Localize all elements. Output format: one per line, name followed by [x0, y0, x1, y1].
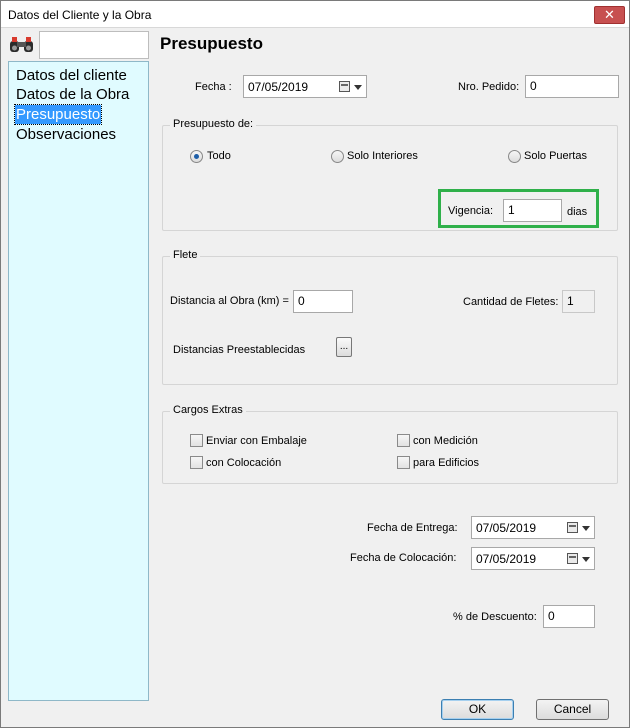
navigation-tree: Datos del cliente Datos de la Obra Presu… — [8, 61, 149, 701]
descuento-input[interactable]: 0 — [543, 605, 595, 628]
vigencia-input[interactable]: 1 — [503, 199, 562, 222]
window-title: Datos del Cliente y la Obra — [8, 8, 152, 22]
title-bar: Datos del Cliente y la Obra ✕ — [1, 1, 629, 28]
fecha-colocacion-label: Fecha de Colocación: — [350, 552, 457, 564]
distancias-preestablecidas-button[interactable]: ... — [336, 337, 352, 357]
search-input[interactable] — [39, 31, 149, 59]
cantidad-fletes-label: Cantidad de Fletes: — [463, 296, 559, 308]
fecha-value: 07/05/2019 — [248, 80, 309, 94]
fecha-colocacion-value: 07/05/2019 — [476, 552, 537, 566]
tree-item-datos-cliente[interactable]: Datos del cliente — [15, 66, 128, 85]
dropdown-arrow-icon[interactable] — [582, 557, 590, 562]
distancias-preestablecidas-label: Distancias Preestablecidas — [173, 344, 306, 356]
checkbox-embalaje[interactable] — [190, 434, 203, 447]
calendar-icon[interactable] — [567, 522, 578, 533]
checkbox-edificios-label[interactable]: para Edificios — [413, 457, 479, 469]
radio-solo-interiores-label[interactable]: Solo Interiores — [347, 150, 418, 162]
cargos-extras-legend: Cargos Extras — [170, 404, 246, 416]
checkbox-medicion-label[interactable]: con Medición — [413, 435, 478, 447]
cantidad-fletes-input: 1 — [562, 290, 595, 313]
cancel-button[interactable]: Cancel — [536, 699, 609, 720]
fecha-colocacion-date-picker[interactable]: 07/05/2019 — [471, 547, 595, 570]
checkbox-colocacion[interactable] — [190, 456, 203, 469]
vigencia-label: Vigencia: — [448, 205, 494, 217]
vigencia-unit: dias — [567, 206, 588, 218]
nro-pedido-label: Nro. Pedido: — [458, 81, 520, 93]
radio-todo-label[interactable]: Todo — [207, 150, 231, 162]
tree-item-datos-obra[interactable]: Datos de la Obra — [15, 85, 130, 104]
distancia-label: Distancia al Obra (km) = — [170, 295, 289, 307]
cargos-extras-group: Cargos Extras — [162, 404, 618, 484]
binoculars-icon — [10, 37, 33, 52]
fecha-date-picker[interactable]: 07/05/2019 — [243, 75, 367, 98]
flete-legend: Flete — [170, 249, 201, 261]
dropdown-arrow-icon[interactable] — [354, 85, 362, 90]
fecha-entrega-value: 07/05/2019 — [476, 521, 537, 535]
checkbox-medicion[interactable] — [397, 434, 410, 447]
radio-todo[interactable] — [190, 150, 203, 163]
checkbox-colocacion-label[interactable]: con Colocación — [206, 457, 281, 469]
page-title: Presupuesto — [160, 34, 263, 53]
radio-solo-puertas-label[interactable]: Solo Puertas — [524, 150, 587, 162]
close-button[interactable]: ✕ — [594, 6, 625, 24]
presupuesto-de-legend: Presupuesto de: — [170, 118, 257, 130]
ok-button[interactable]: OK — [441, 699, 514, 720]
fecha-entrega-date-picker[interactable]: 07/05/2019 — [471, 516, 595, 539]
flete-group: Flete — [162, 249, 618, 385]
radio-solo-puertas[interactable] — [508, 150, 521, 163]
tree-item-observaciones[interactable]: Observaciones — [15, 125, 117, 144]
distancia-input[interactable]: 0 — [293, 290, 353, 313]
calendar-icon[interactable] — [339, 81, 350, 92]
calendar-icon[interactable] — [567, 553, 578, 564]
dialog-window: Datos del Cliente y la Obra ✕ Datos del … — [0, 0, 630, 728]
fecha-entrega-label: Fecha de Entrega: — [367, 522, 458, 534]
radio-solo-interiores[interactable] — [331, 150, 344, 163]
checkbox-embalaje-label[interactable]: Enviar con Embalaje — [206, 435, 307, 447]
descuento-label: % de Descuento: — [453, 611, 537, 623]
dropdown-arrow-icon[interactable] — [582, 526, 590, 531]
checkbox-edificios[interactable] — [397, 456, 410, 469]
tree-item-presupuesto[interactable]: Presupuesto — [13, 104, 103, 125]
nro-pedido-input[interactable]: 0 — [525, 75, 619, 98]
fecha-label: Fecha : — [195, 81, 232, 93]
